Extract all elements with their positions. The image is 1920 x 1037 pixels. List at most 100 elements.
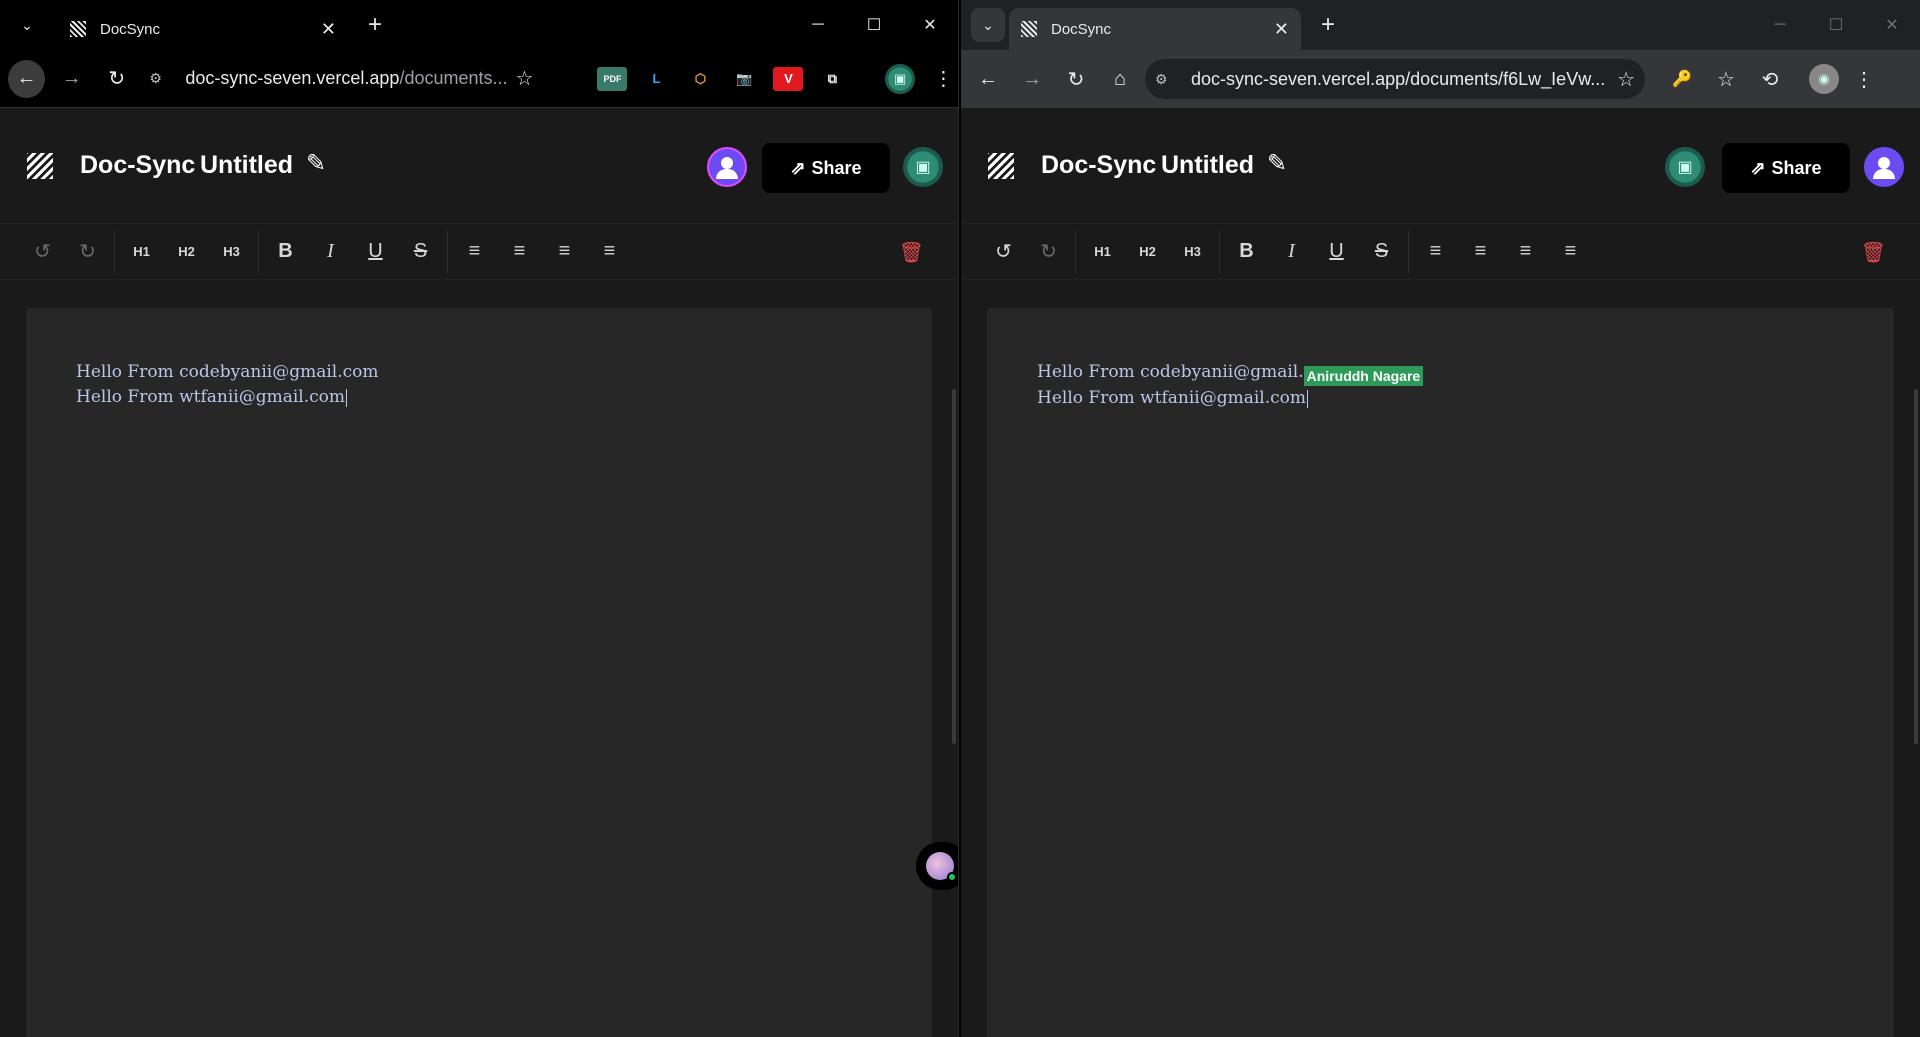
edit-title-icon[interactable]: ✎	[306, 149, 326, 178]
heading1-button[interactable]: H1	[1080, 224, 1125, 280]
forward-button[interactable]: →	[53, 60, 90, 98]
document-editor[interactable]: Hello From codebyanii@gmail. Aniruddh Nag…	[987, 308, 1894, 1037]
italic-button[interactable]: I	[308, 224, 353, 280]
tab-close-icon[interactable]: ✕	[1274, 19, 1289, 40]
presence-indicator[interactable]	[916, 842, 958, 890]
tab-docsync[interactable]: DocSync ✕	[58, 8, 348, 50]
bookmark-star-icon[interactable]: ☆	[516, 66, 534, 91]
l-extension-icon[interactable]: L	[641, 67, 671, 91]
align-center-button[interactable]: ≡	[1458, 224, 1503, 280]
profile-avatar[interactable]: ◉	[1809, 64, 1839, 94]
docsync-page: Doc-Sync Untitled ✎ ▣ ⇗ Share ↺ ↻ H1 H2 …	[961, 109, 1920, 1037]
back-button[interactable]: ←	[969, 60, 1007, 98]
reload-button[interactable]: ↻	[1057, 60, 1095, 98]
site-settings-icon[interactable]: ⚙	[149, 70, 173, 87]
url-text: doc-sync-seven.vercel.app/documents...	[185, 68, 508, 88]
strikethrough-button[interactable]: S	[398, 224, 443, 280]
collaborator-cursor-label: Aniruddh Nagare	[1303, 366, 1424, 386]
docsync-logo-icon[interactable]	[27, 153, 53, 179]
history-icon[interactable]: ⟲	[1755, 67, 1785, 92]
new-tab-button[interactable]: +	[360, 11, 390, 39]
page-scrollbar[interactable]	[952, 389, 956, 744]
align-left-button[interactable]: ≡	[1413, 224, 1458, 280]
tab-title: DocSync	[1051, 20, 1112, 38]
bold-button[interactable]: B	[263, 224, 308, 280]
forward-button[interactable]: →	[1013, 60, 1051, 98]
share-icon: ⇗	[790, 157, 806, 178]
share-button[interactable]: ⇗ Share	[1722, 143, 1850, 193]
undo-button[interactable]: ↺	[20, 224, 65, 280]
bold-button[interactable]: B	[1224, 224, 1269, 280]
tab-docsync[interactable]: DocSync ✕	[1009, 8, 1301, 50]
document-title[interactable]: Untitled	[200, 151, 293, 180]
close-window-button[interactable]: ✕	[1864, 15, 1920, 35]
close-window-button[interactable]: ✕	[902, 15, 958, 35]
edit-title-icon[interactable]: ✎	[1267, 149, 1287, 178]
underline-button[interactable]: U	[353, 224, 398, 280]
strikethrough-button[interactable]: S	[1359, 224, 1404, 280]
underline-button[interactable]: U	[1314, 224, 1359, 280]
heading3-button[interactable]: H3	[209, 224, 254, 280]
current-user-avatar[interactable]	[1864, 147, 1904, 187]
tab-search-button[interactable]: ⌄	[10, 8, 44, 42]
text-caret	[1307, 389, 1309, 408]
site-settings-icon[interactable]: ⚙	[1155, 71, 1179, 88]
heading2-button[interactable]: H2	[1125, 224, 1170, 280]
heading2-button[interactable]: H2	[164, 224, 209, 280]
tab-strip: ⌄ DocSync ✕ + ─ ☐ ✕	[961, 0, 1920, 50]
minimize-button[interactable]: ─	[790, 16, 846, 34]
browser-menu-icon[interactable]: ⋮	[929, 66, 958, 91]
document-title[interactable]: Untitled	[1161, 151, 1254, 180]
maximize-button[interactable]: ☐	[846, 15, 902, 35]
browser-toolbar: ← → ↻ ⚙ doc-sync-seven.vercel.app/docume…	[0, 50, 958, 108]
home-button[interactable]: ⌂	[1101, 60, 1139, 98]
brand-name[interactable]: Doc-Sync	[80, 151, 195, 180]
document-editor[interactable]: Hello From codebyanii@gmail.com Hello Fr…	[26, 308, 932, 1037]
docsync-logo-icon[interactable]	[988, 153, 1014, 179]
camera-extension-icon[interactable]: 📷	[729, 67, 759, 91]
delete-document-icon[interactable]: 🗑	[1861, 240, 1886, 265]
back-button[interactable]: ←	[8, 59, 46, 98]
profile-avatar[interactable]: ▣	[885, 63, 915, 94]
tab-close-icon[interactable]: ✕	[321, 19, 336, 40]
heading1-button[interactable]: H1	[119, 224, 164, 280]
password-key-icon[interactable]: 🔑	[1667, 69, 1697, 89]
puzzle-extension-icon[interactable]: ⧉	[817, 67, 847, 91]
code-extension-icon[interactable]: ⬡	[685, 67, 715, 91]
browser-menu-icon[interactable]: ⋮	[1849, 67, 1879, 92]
current-user-avatar[interactable]	[707, 147, 747, 187]
heading3-button[interactable]: H3	[1170, 224, 1215, 280]
window-controls: ─ ☐ ✕	[790, 0, 958, 50]
bookmarks-icon[interactable]: ☆	[1711, 67, 1741, 92]
bookmark-star-icon[interactable]: ☆	[1617, 67, 1635, 92]
undo-button[interactable]: ↺	[981, 224, 1026, 280]
delete-document-icon[interactable]: 🗑	[899, 240, 924, 265]
align-center-button[interactable]: ≡	[497, 224, 542, 280]
tab-search-button[interactable]: ⌄	[971, 8, 1005, 42]
align-right-button[interactable]: ≡	[1503, 224, 1548, 280]
share-button[interactable]: ⇗ Share	[762, 143, 890, 193]
align-left-button[interactable]: ≡	[452, 224, 497, 280]
document-line-1: Hello From codebyanii@gmail. Aniruddh Nag…	[1037, 360, 1844, 386]
minimize-button[interactable]: ─	[1752, 16, 1808, 34]
new-tab-button[interactable]: +	[1313, 11, 1343, 39]
page-scrollbar[interactable]	[1914, 389, 1918, 744]
collaborator-avatar[interactable]: ▣	[903, 147, 943, 187]
justify-button[interactable]: ≡	[587, 224, 632, 280]
align-right-button[interactable]: ≡	[542, 224, 587, 280]
online-status-dot	[947, 872, 957, 882]
v-extension-icon[interactable]: V	[773, 66, 804, 91]
redo-button[interactable]: ↻	[65, 224, 110, 280]
reload-button[interactable]: ↻	[98, 60, 135, 98]
collaborator-avatar[interactable]: ▣	[1665, 147, 1705, 187]
share-label: Share	[1771, 157, 1822, 178]
brand-name[interactable]: Doc-Sync	[1041, 151, 1156, 180]
redo-button[interactable]: ↻	[1026, 224, 1071, 280]
justify-button[interactable]: ≡	[1548, 224, 1593, 280]
pdf-extension-icon[interactable]: PDF	[597, 66, 628, 91]
italic-button[interactable]: I	[1269, 224, 1314, 280]
docsync-favicon-icon	[1021, 21, 1037, 37]
address-bar[interactable]: ⚙ doc-sync-seven.vercel.app/documents...…	[139, 59, 543, 99]
address-bar[interactable]: ⚙ doc-sync-seven.vercel.app/documents/f6…	[1145, 59, 1645, 99]
maximize-button[interactable]: ☐	[1808, 15, 1864, 35]
